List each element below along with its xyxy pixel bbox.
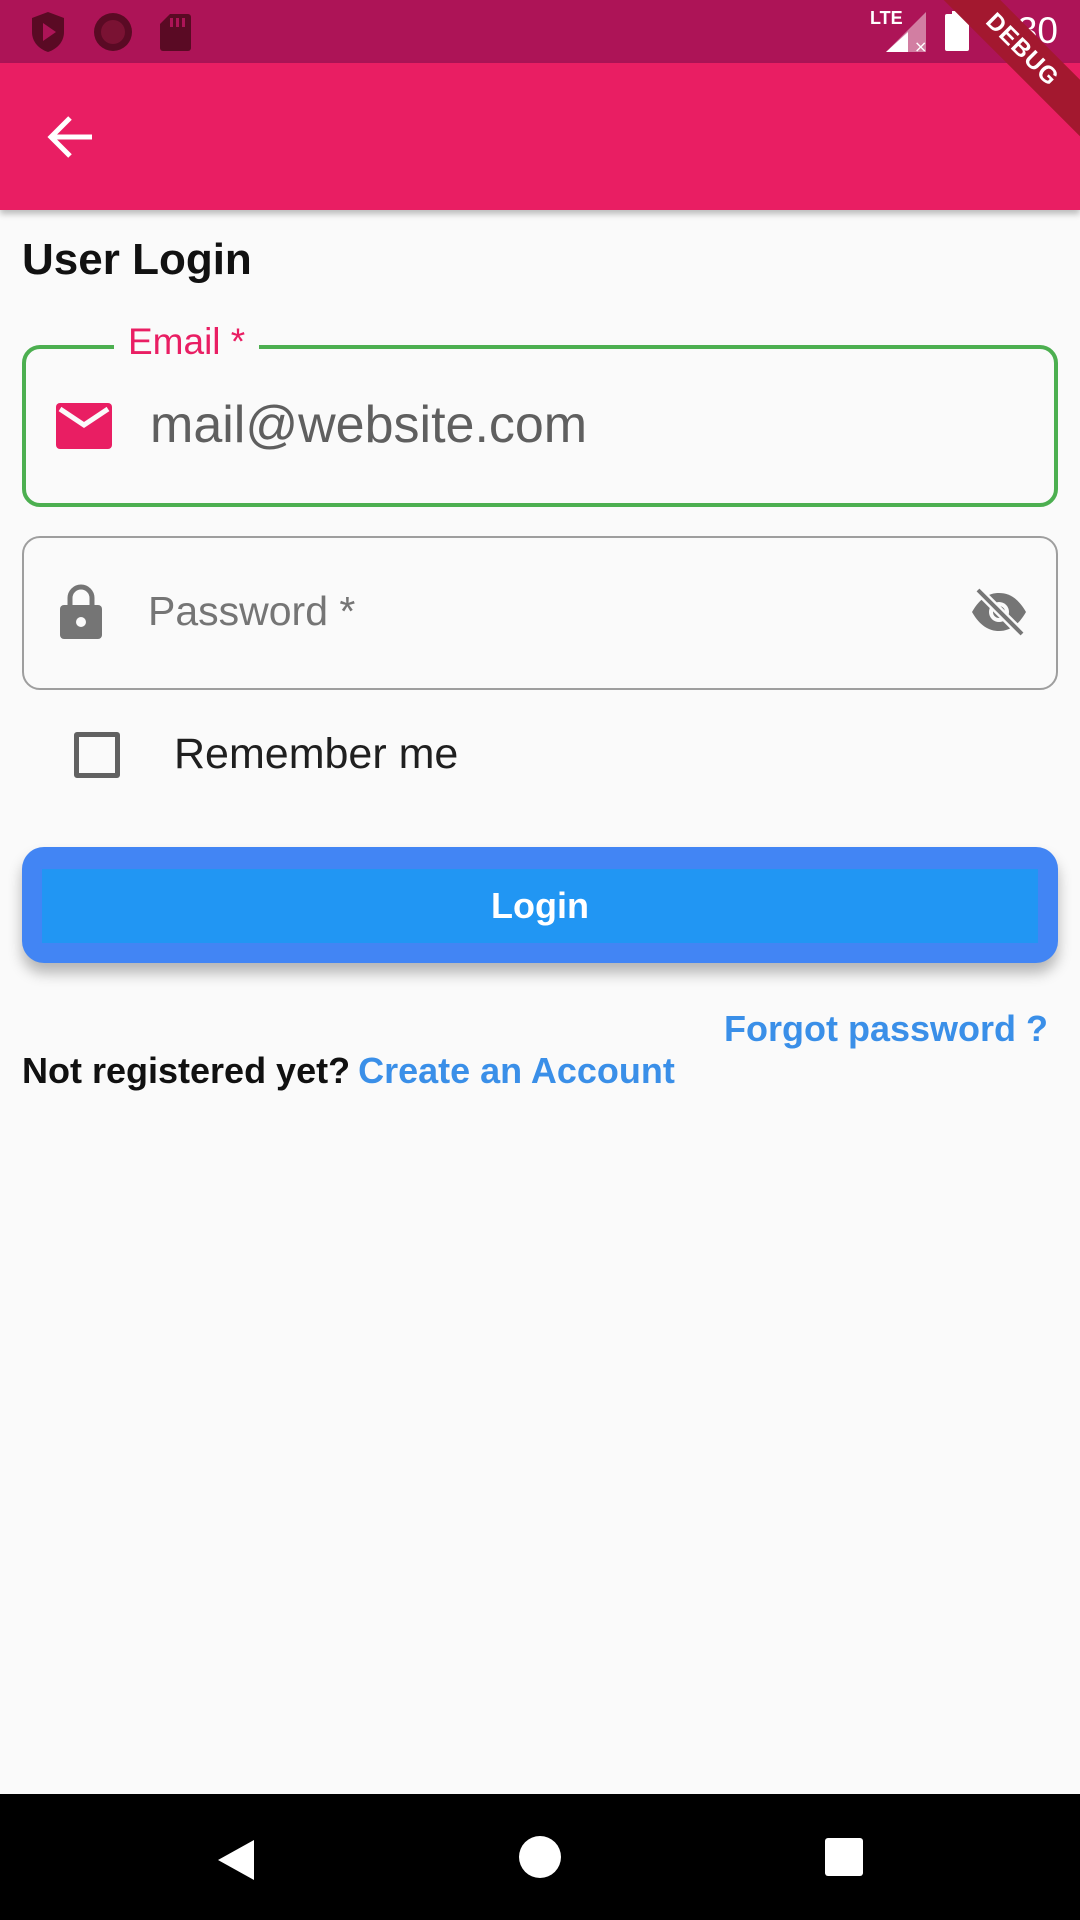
email-value: mail@website.com: [150, 396, 588, 454]
navigation-bar: [0, 1794, 1080, 1920]
record-icon: [94, 13, 132, 51]
login-button-container[interactable]: Login: [22, 847, 1058, 963]
remember-me-label: Remember me: [174, 730, 459, 778]
remember-me-row[interactable]: Remember me: [74, 730, 458, 779]
network-type: LTE: [869, 8, 903, 28]
create-account-link[interactable]: Create an Account: [358, 1050, 675, 1091]
nav-home-icon[interactable]: [519, 1836, 561, 1878]
email-label: Email *: [114, 321, 260, 363]
visibility-off-icon[interactable]: [970, 586, 1028, 638]
password-placeholder: Password *: [148, 588, 356, 634]
signal-icon: LTE ×: [870, 8, 928, 56]
svg-text:×: ×: [914, 37, 927, 54]
page-title: User Login: [22, 235, 252, 284]
status-bar: LTE × 6:30: [0, 0, 1080, 63]
register-row: Not registered yet? Create an Account: [22, 1050, 675, 1092]
shield-play-icon: [32, 12, 64, 52]
login-button[interactable]: Login: [42, 869, 1038, 943]
lock-icon: [60, 584, 102, 639]
mail-icon: [56, 403, 112, 449]
register-prompt: Not registered yet?: [22, 1050, 351, 1091]
remember-me-checkbox[interactable]: [74, 731, 120, 778]
back-button[interactable]: [40, 107, 100, 167]
notification-icons: [28, 10, 192, 54]
password-field[interactable]: Password *: [22, 536, 1058, 690]
arrow-back-icon: [47, 116, 92, 158]
email-field[interactable]: mail@website.com: [22, 345, 1058, 507]
app-bar: [0, 63, 1080, 210]
sd-card-icon: [160, 14, 191, 51]
forgot-password-link[interactable]: Forgot password ?: [724, 1008, 1048, 1050]
nav-recents-icon[interactable]: [825, 1838, 863, 1876]
nav-back-icon[interactable]: [216, 1838, 256, 1882]
